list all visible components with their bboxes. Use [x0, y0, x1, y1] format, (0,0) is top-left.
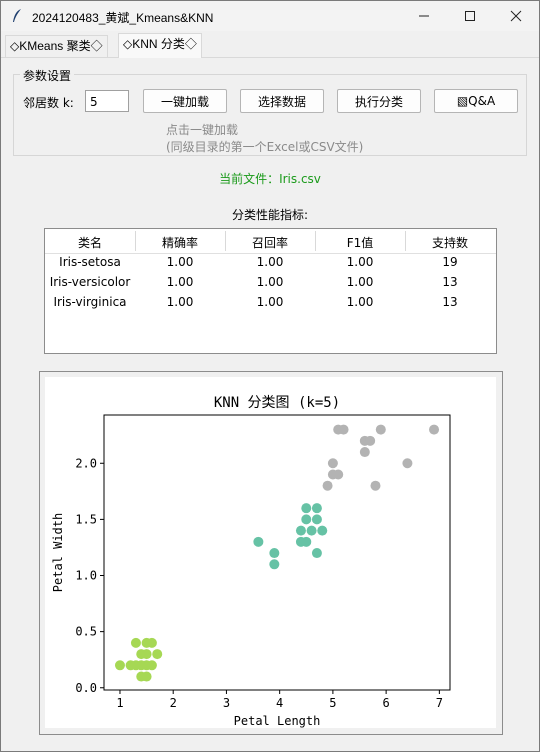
y-axis-label: Petal Width [51, 513, 65, 592]
data-point-virginica [359, 447, 370, 458]
cell-precision: 1.00 [166, 255, 194, 269]
table-row[interactable]: Iris-virginica 1.00 1.00 1.00 13 [45, 295, 496, 315]
header-class[interactable]: 类名 [45, 234, 135, 251]
data-point-versicolor [269, 559, 280, 570]
cell-precision: 1.00 [166, 295, 194, 309]
data-point-setosa [146, 637, 157, 648]
x-tick-label: 5 [329, 696, 336, 710]
y-tick-label: 0.0 [75, 681, 97, 695]
k-input[interactable]: 5 [85, 90, 129, 112]
data-point-setosa [130, 637, 141, 648]
current-file-label: 当前文件：Iris.csv [219, 172, 321, 186]
data-point-virginica [375, 424, 386, 435]
y-tick-label: 0.5 [75, 625, 97, 639]
chart-title: KNN 分类图 (k=5) [214, 395, 340, 411]
data-point-setosa [146, 660, 157, 671]
cell-support: 13 [442, 295, 458, 309]
window-title: 2024120483_黄斌_Kmeans&KNN [32, 11, 214, 25]
table-row[interactable]: Iris-setosa 1.00 1.00 1.00 19 [45, 255, 496, 275]
params-group-title: 参数设置 [20, 67, 75, 84]
cell-class: Iris-virginica [53, 295, 127, 309]
cell-recall: 1.00 [256, 275, 284, 289]
y-tick-label: 1.5 [75, 512, 97, 526]
cell-f1: 1.00 [346, 255, 374, 269]
knn-scatter-chart: KNN 分类图 (k=5) 1 2 3 4 5 6 7 0.0 0.5 1.0 1.5 2.0 Petal… [51, 395, 451, 728]
data-point-virginica [333, 469, 344, 480]
data-point-virginica [365, 435, 376, 446]
y-tick-label: 1.0 [75, 569, 97, 583]
hint-line1: 点击一键加载 [166, 123, 239, 137]
cell-class: Iris-versicolor [49, 275, 131, 289]
tab-bar: ◇KMeans 聚类◇ ◇KNN 分类◇ [1, 33, 539, 58]
x-tick-label: 6 [383, 696, 390, 710]
select-data-button[interactable]: 选择数据 [240, 89, 324, 113]
data-point-versicolor [295, 525, 306, 536]
data-point-versicolor [301, 514, 312, 525]
header-recall[interactable]: 召回率 [225, 234, 315, 251]
plot-frame: KNN 分类图 (k=5) 1 2 3 4 5 6 7 0.0 0.5 1.0 1.5 2.0 Petal… [39, 371, 503, 735]
title-bar[interactable]: 2024120483_黄斌_Kmeans&KNN [1, 1, 539, 31]
cell-support: 19 [442, 255, 458, 269]
cell-support: 13 [442, 275, 458, 289]
data-point-setosa [141, 649, 152, 660]
knn-panel: 参数设置 邻居数 k: 5 一键加载 选择数据 执行分类 ▧Q&A 点击一键加载… [1, 58, 539, 751]
data-point-versicolor [317, 525, 328, 536]
minimize-button[interactable] [401, 1, 447, 31]
x-tick-label: 2 [170, 696, 177, 710]
data-point-virginica [327, 458, 338, 469]
header-f1[interactable]: F1值 [315, 234, 405, 251]
data-point-versicolor [311, 503, 322, 514]
data-point-versicolor [301, 503, 312, 514]
cell-precision: 1.00 [166, 275, 194, 289]
close-icon [510, 10, 522, 22]
x-tick-label: 7 [436, 696, 443, 710]
data-point-virginica [322, 480, 333, 491]
metrics-table[interactable]: 类名 精确率 召回率 F1值 支持数 Iris-setosa 1.00 1.00… [44, 228, 497, 354]
data-point-versicolor [295, 536, 306, 547]
data-point-setosa [125, 660, 136, 671]
qa-button[interactable]: ▧Q&A [434, 89, 518, 113]
data-point-versicolor [311, 548, 322, 559]
cell-f1: 1.00 [346, 275, 374, 289]
cell-class: Iris-setosa [59, 255, 121, 269]
data-point-versicolor [269, 548, 280, 559]
x-tick-label: 1 [116, 696, 123, 710]
maximize-button[interactable] [447, 1, 493, 31]
metrics-title: 分类性能指标: [231, 208, 309, 222]
load-button[interactable]: 一键加载 [143, 89, 227, 113]
x-axis-label: Petal Length [234, 714, 321, 728]
data-point-versicolor [311, 514, 322, 525]
table-header: 类名 精确率 召回率 F1值 支持数 [45, 229, 496, 254]
cell-recall: 1.00 [256, 295, 284, 309]
cell-recall: 1.00 [256, 255, 284, 269]
header-precision[interactable]: 精确率 [135, 234, 225, 251]
data-point-virginica [338, 424, 349, 435]
x-tick-label: 4 [276, 696, 283, 710]
data-point-virginica [370, 480, 381, 491]
data-point-setosa [152, 649, 163, 660]
feather-icon [13, 9, 21, 22]
data-point-setosa [114, 660, 125, 671]
y-tick-label: 2.0 [75, 456, 97, 470]
maximize-icon [465, 11, 475, 21]
header-support[interactable]: 支持数 [405, 234, 495, 251]
cell-f1: 1.00 [346, 295, 374, 309]
app-window: 2024120483_黄斌_Kmeans&KNN ◇KMeans 聚类◇ ◇KN… [0, 0, 540, 752]
data-point-virginica [429, 424, 440, 435]
plot-canvas: KNN 分类图 (k=5) 1 2 3 4 5 6 7 0.0 0.5 1.0 1.5 2.0 Petal… [45, 377, 496, 728]
minimize-icon [419, 15, 429, 17]
table-row[interactable]: Iris-versicolor 1.00 1.00 1.00 13 [45, 275, 496, 295]
data-point-versicolor [306, 525, 317, 536]
k-label: 邻居数 k: [23, 96, 74, 110]
classify-button[interactable]: 执行分类 [337, 89, 421, 113]
hint-line2: (同级目录的第一个Excel或CSV文件) [166, 140, 364, 154]
tab-knn[interactable]: ◇KNN 分类◇ [118, 33, 202, 58]
data-point-setosa [141, 671, 152, 682]
tab-kmeans[interactable]: ◇KMeans 聚类◇ [5, 35, 108, 57]
x-tick-label: 3 [223, 696, 230, 710]
data-point-virginica [402, 458, 413, 469]
close-button[interactable] [493, 1, 539, 31]
data-point-versicolor [253, 536, 264, 547]
